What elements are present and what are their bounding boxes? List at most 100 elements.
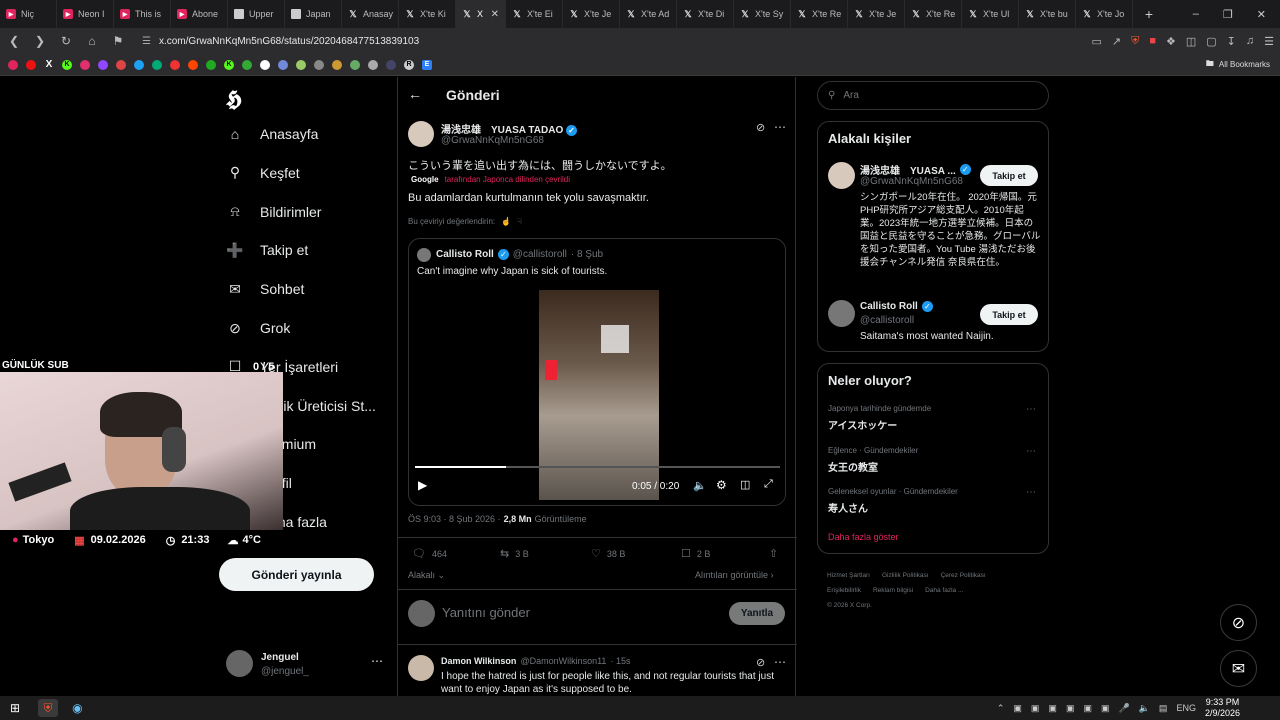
sort-replies-dropdown[interactable]: Alakalı ⌄	[408, 570, 445, 581]
bookmark-icon[interactable]: R	[404, 59, 414, 70]
bookmark-icon[interactable]	[188, 59, 198, 70]
browser-tab[interactable]: 𝕏 X'te Ul	[962, 0, 1019, 28]
browser-tab-active[interactable]: 𝕏 X ✕	[456, 0, 506, 28]
browser-tab[interactable]: 𝕏 X'te Je	[563, 0, 620, 28]
video-player[interactable]: ▶ 0:05 / 0:20 🔈 ⚙ ◫ ⤢	[410, 290, 785, 505]
close-window-icon[interactable]: ✕	[1257, 8, 1266, 21]
language-label[interactable]: ENG	[1176, 703, 1196, 713]
more-options-icon[interactable]: ⋯	[774, 120, 786, 134]
bookmark-icon[interactable]	[170, 59, 180, 70]
back-arrow-icon[interactable]: ❮	[6, 34, 22, 48]
bookmark-icon[interactable]	[116, 59, 126, 70]
nav-item-bell[interactable]: ⍾ Bildirimler	[226, 203, 321, 221]
browser-tab[interactable]: 𝕏 X'te Ei	[506, 0, 563, 28]
follow-button[interactable]: Takip et	[980, 304, 1038, 325]
bookmark-button[interactable]: ☐ 2 B	[681, 547, 710, 560]
search-box[interactable]: ⚲ Ara	[817, 81, 1049, 110]
bookmark-icon[interactable]	[206, 59, 216, 70]
more-dots-icon[interactable]: ⋯	[371, 654, 383, 668]
site-info-icon[interactable]: ☰	[142, 36, 151, 47]
person-avatar[interactable]	[828, 300, 855, 327]
reload-icon[interactable]: ↻	[58, 34, 74, 48]
bookmark-icon[interactable]	[242, 59, 252, 70]
browser-tab[interactable]: 𝕏 X'te bu	[1019, 0, 1076, 28]
thumbs-down-icon[interactable]: ☟	[517, 217, 522, 226]
picture-in-picture-icon[interactable]: ◫	[740, 478, 750, 491]
more-options-icon[interactable]: ⋯	[774, 655, 786, 669]
browser-tab[interactable]: 𝕏 X'te Ki	[399, 0, 456, 28]
bookmark-x-icon[interactable]: X	[44, 59, 54, 70]
author-avatar[interactable]	[408, 121, 434, 147]
bookmark-icon[interactable]	[314, 59, 324, 70]
tray-app-icon[interactable]: ▣	[1066, 703, 1075, 714]
trend-more-icon[interactable]: ⋯	[1026, 487, 1036, 498]
bookmark-icon[interactable]	[260, 59, 270, 70]
reply-handle[interactable]: @DamonWilkinson11	[520, 656, 606, 666]
grok-fab[interactable]: ⊘	[1220, 604, 1257, 641]
bookmark-icon[interactable]: K	[62, 59, 72, 70]
bookmark-icon[interactable]	[134, 59, 144, 70]
bookmark-icon[interactable]	[98, 59, 108, 70]
post-button[interactable]: Gönderi yayınla	[219, 558, 374, 591]
minimize-icon[interactable]: –	[1193, 8, 1199, 21]
browser-tab[interactable]: 𝕏 Anasay	[342, 0, 399, 28]
new-tab-button[interactable]: +	[1139, 6, 1159, 22]
quoted-tweet[interactable]: Callisto Roll ✓ @callistoroll · 8 Şub Ca…	[408, 238, 786, 506]
bookmark-icon[interactable]	[350, 59, 360, 70]
browser-tab[interactable]: ▶ Niç	[0, 0, 57, 28]
footer-link[interactable]: Reklam bilgisi	[873, 587, 913, 594]
person-name[interactable]: 湯浅忠雄 YUASA ...	[860, 162, 956, 177]
show-more-link[interactable]: Daha fazla göster	[828, 532, 899, 542]
like-button[interactable]: ♡ 38 B	[591, 547, 625, 560]
author-handle[interactable]: @GrwaNnKqMn5nG68	[441, 135, 544, 146]
browser-tab[interactable]: ▶ This is	[114, 0, 171, 28]
grok-icon[interactable]: ⊘	[756, 121, 765, 134]
tray-app-icon[interactable]: ▣	[1031, 703, 1040, 714]
x-logo[interactable]: 𝕳	[226, 86, 242, 112]
cast-icon[interactable]: ▭	[1091, 35, 1101, 48]
browser-tab[interactable]: Upper	[228, 0, 285, 28]
bookmark-icon[interactable]	[8, 59, 18, 70]
microphone-icon[interactable]: 🎤	[1118, 703, 1129, 714]
trend-more-icon[interactable]: ⋯	[1026, 446, 1036, 457]
reply-input[interactable]: Yanıtını gönder	[442, 605, 530, 620]
thumbs-up-icon[interactable]: ☝	[501, 217, 511, 226]
browser-tab[interactable]: 𝕏 X'te Di	[677, 0, 734, 28]
back-button[interactable]: ←	[408, 86, 422, 102]
reply-button[interactable]: Yanıtla	[729, 602, 785, 625]
reply-count-button[interactable]: 🗨 464	[412, 547, 447, 560]
reply-author-name[interactable]: Damon Wilkinson	[441, 656, 516, 666]
trend-more-icon[interactable]: ⋯	[1026, 404, 1036, 415]
account-switcher[interactable]: Jenguel @jenguel_ ⋯	[226, 650, 386, 680]
sidebar-icon[interactable]: ◫	[1186, 35, 1196, 48]
person-avatar[interactable]	[828, 162, 855, 189]
browser-tab[interactable]: 𝕏 X'te Ad	[620, 0, 677, 28]
browser-tab[interactable]: 𝕏 X'te Re	[791, 0, 848, 28]
bookmark-icon[interactable]	[26, 59, 36, 70]
bookmark-icon[interactable]	[332, 59, 342, 70]
bookmark-icon[interactable]	[80, 59, 90, 70]
browser-tab[interactable]: 𝕏 X'te Re	[905, 0, 962, 28]
tray-app-icon[interactable]: ▣	[1048, 703, 1057, 714]
trend-item[interactable]: Japonya tarihinde gündemde アイスホッケー	[828, 404, 931, 432]
bookmark-icon[interactable]	[296, 59, 306, 70]
video-progress-track[interactable]	[415, 466, 780, 468]
browser-tab[interactable]: ▶ Neon I	[57, 0, 114, 28]
trend-item[interactable]: Eğlence · Gündemdekiler 女王の教室	[828, 446, 918, 474]
browser-tab[interactable]: ▶ Abone	[171, 0, 228, 28]
browser-tab[interactable]: 𝕏 X'te Je	[848, 0, 905, 28]
home-button-icon[interactable]: ⌂	[84, 34, 100, 48]
brave-taskbar-icon[interactable]: ⛨	[38, 699, 59, 717]
repost-button[interactable]: ⇆ 3 B	[500, 547, 529, 560]
network-icon[interactable]: ▤	[1159, 703, 1168, 714]
tray-app-icon[interactable]: ▣	[1013, 703, 1022, 714]
person-handle[interactable]: @GrwaNnKqMn5nG68	[860, 176, 963, 187]
nav-item-person-plus[interactable]: ➕ Takip et	[226, 241, 308, 259]
windows-start-icon[interactable]: ⊞	[10, 701, 20, 715]
share-icon[interactable]: ↗	[1112, 35, 1121, 48]
nav-item-grok[interactable]: ⊘ Grok	[226, 319, 290, 337]
footer-link[interactable]: Hizmet Şartları	[827, 572, 870, 579]
footer-link[interactable]: Daha fazla ...	[925, 587, 963, 594]
messages-fab[interactable]: ✉	[1220, 650, 1257, 687]
speaker-icon[interactable]: 🔈	[1139, 703, 1150, 714]
